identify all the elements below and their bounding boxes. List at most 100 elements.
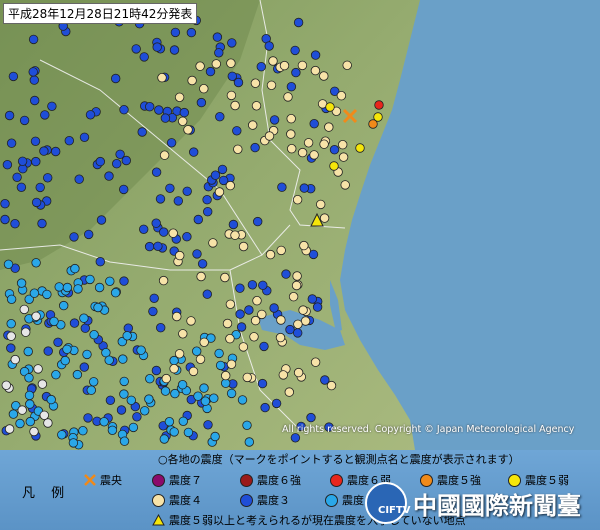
shindo3-marker[interactable] bbox=[306, 412, 316, 423]
shindo3-marker[interactable] bbox=[149, 293, 159, 304]
shindo3-marker[interactable] bbox=[137, 127, 147, 137]
shindo3-marker[interactable] bbox=[0, 198, 10, 209]
shindo2-marker[interactable] bbox=[94, 282, 105, 293]
shindo3-marker[interactable] bbox=[6, 343, 16, 353]
shindo4-marker[interactable] bbox=[225, 180, 236, 191]
shindo3-marker[interactable] bbox=[2, 159, 13, 170]
shindo4-marker[interactable] bbox=[188, 366, 199, 377]
shindo3-marker[interactable] bbox=[151, 218, 161, 228]
shindo4-marker[interactable] bbox=[310, 357, 321, 367]
shindo2-marker[interactable] bbox=[214, 348, 224, 359]
shindo2-marker[interactable] bbox=[62, 344, 72, 355]
shindo4-marker[interactable] bbox=[265, 249, 276, 260]
shindo3-marker[interactable] bbox=[6, 138, 17, 148]
shindo4-marker[interactable] bbox=[214, 187, 225, 197]
shindo3-marker[interactable] bbox=[74, 174, 84, 184]
shindo2-marker[interactable] bbox=[118, 354, 128, 364]
shindo3-marker[interactable] bbox=[132, 412, 142, 422]
shindo1-marker[interactable] bbox=[33, 364, 43, 374]
shindo3-marker[interactable] bbox=[43, 346, 53, 356]
shindo3-marker[interactable] bbox=[139, 52, 149, 62]
shindo4-marker[interactable] bbox=[276, 315, 286, 325]
shindo4-marker[interactable] bbox=[208, 238, 218, 248]
shindo2-marker[interactable] bbox=[49, 316, 59, 327]
shindo2-marker[interactable] bbox=[78, 426, 88, 436]
shindo2-marker[interactable] bbox=[82, 349, 92, 360]
shindo2-marker[interactable] bbox=[57, 430, 67, 440]
shindo3-marker[interactable] bbox=[154, 105, 164, 115]
shindo4-marker[interactable] bbox=[275, 332, 286, 343]
shindo3-marker[interactable] bbox=[202, 194, 212, 205]
shindo2-marker[interactable] bbox=[93, 302, 103, 313]
shindo3-marker[interactable] bbox=[210, 170, 221, 180]
shindo2-marker[interactable] bbox=[72, 369, 83, 380]
shindo3-marker[interactable] bbox=[69, 318, 80, 328]
shindo2-marker[interactable] bbox=[242, 420, 252, 431]
shindo4-marker[interactable] bbox=[293, 367, 304, 378]
shindo4-marker[interactable] bbox=[251, 101, 262, 111]
shindo2-marker[interactable] bbox=[31, 258, 41, 268]
shindo4-marker[interactable] bbox=[249, 332, 259, 342]
shindo3-marker[interactable] bbox=[118, 184, 129, 195]
shindo3-marker[interactable] bbox=[269, 303, 279, 313]
shindo3-marker[interactable] bbox=[217, 164, 228, 175]
shindo1-marker[interactable] bbox=[29, 426, 39, 437]
shindo4-marker[interactable] bbox=[287, 143, 297, 154]
shindo2-marker[interactable] bbox=[24, 373, 34, 383]
shindo3-marker[interactable] bbox=[228, 219, 239, 230]
shindo4-marker[interactable] bbox=[252, 296, 262, 306]
shindo4-marker[interactable] bbox=[284, 387, 295, 397]
shindo3-marker[interactable] bbox=[293, 328, 303, 338]
shindo3-marker[interactable] bbox=[214, 48, 224, 58]
shindo1-marker[interactable] bbox=[19, 304, 30, 315]
shindo4-marker[interactable] bbox=[222, 318, 233, 329]
shindo3-marker[interactable] bbox=[53, 337, 63, 348]
shindo3-marker[interactable] bbox=[310, 50, 321, 60]
shindo3-marker[interactable] bbox=[253, 216, 263, 227]
shindo4-marker[interactable] bbox=[266, 80, 277, 91]
shindo3-marker[interactable] bbox=[96, 215, 107, 225]
shindo4-marker[interactable] bbox=[174, 92, 185, 103]
shindo4-marker[interactable] bbox=[257, 309, 267, 320]
shindo2-marker[interactable] bbox=[107, 425, 118, 436]
shindo3-marker[interactable] bbox=[158, 227, 169, 237]
shindo4-marker[interactable] bbox=[297, 147, 308, 158]
shindo3-marker[interactable] bbox=[173, 196, 184, 206]
shindo4-marker[interactable] bbox=[174, 349, 185, 359]
shindo3-marker[interactable] bbox=[104, 171, 114, 181]
shindo4-marker[interactable] bbox=[299, 240, 309, 251]
shindo2-marker[interactable] bbox=[136, 345, 146, 355]
shindo2-marker[interactable] bbox=[88, 377, 99, 387]
shindo2-marker[interactable] bbox=[178, 416, 189, 427]
shindo1-marker[interactable] bbox=[37, 379, 48, 389]
shindo4-marker[interactable] bbox=[326, 380, 337, 391]
shindo3-marker[interactable] bbox=[186, 27, 197, 38]
shindo2-marker[interactable] bbox=[210, 431, 220, 442]
shindo3-marker[interactable] bbox=[47, 101, 57, 112]
shindo3-marker[interactable] bbox=[260, 402, 270, 413]
shindo2-marker[interactable] bbox=[237, 395, 248, 405]
shindo4-marker[interactable] bbox=[319, 71, 329, 81]
shindo3-marker[interactable] bbox=[212, 32, 223, 42]
shindo3-marker[interactable] bbox=[37, 218, 47, 229]
shindo4-marker[interactable] bbox=[157, 72, 167, 83]
shindo3-marker[interactable] bbox=[166, 138, 177, 148]
shindo3-marker[interactable] bbox=[64, 135, 75, 146]
shindo4-marker[interactable] bbox=[242, 372, 253, 383]
shindo2-marker[interactable] bbox=[85, 274, 95, 285]
shindo4-marker[interactable] bbox=[169, 364, 179, 374]
shindo2-marker[interactable] bbox=[169, 427, 179, 437]
shindo4-marker[interactable] bbox=[177, 116, 188, 127]
shindo4-marker[interactable] bbox=[292, 194, 303, 205]
shindo2-marker[interactable] bbox=[86, 385, 97, 395]
shindo3-marker[interactable] bbox=[247, 280, 258, 290]
shindo4-marker[interactable] bbox=[283, 92, 293, 102]
shindo3-marker[interactable] bbox=[196, 97, 207, 108]
shindo4-marker[interactable] bbox=[324, 122, 334, 132]
shindo3-marker[interactable] bbox=[307, 294, 318, 304]
shindo1-marker[interactable] bbox=[39, 410, 50, 421]
shindo4-marker[interactable] bbox=[220, 272, 230, 283]
shindo3-marker[interactable] bbox=[19, 115, 30, 126]
shindo4-marker[interactable] bbox=[292, 271, 302, 281]
shindo2-marker[interactable] bbox=[144, 394, 154, 404]
